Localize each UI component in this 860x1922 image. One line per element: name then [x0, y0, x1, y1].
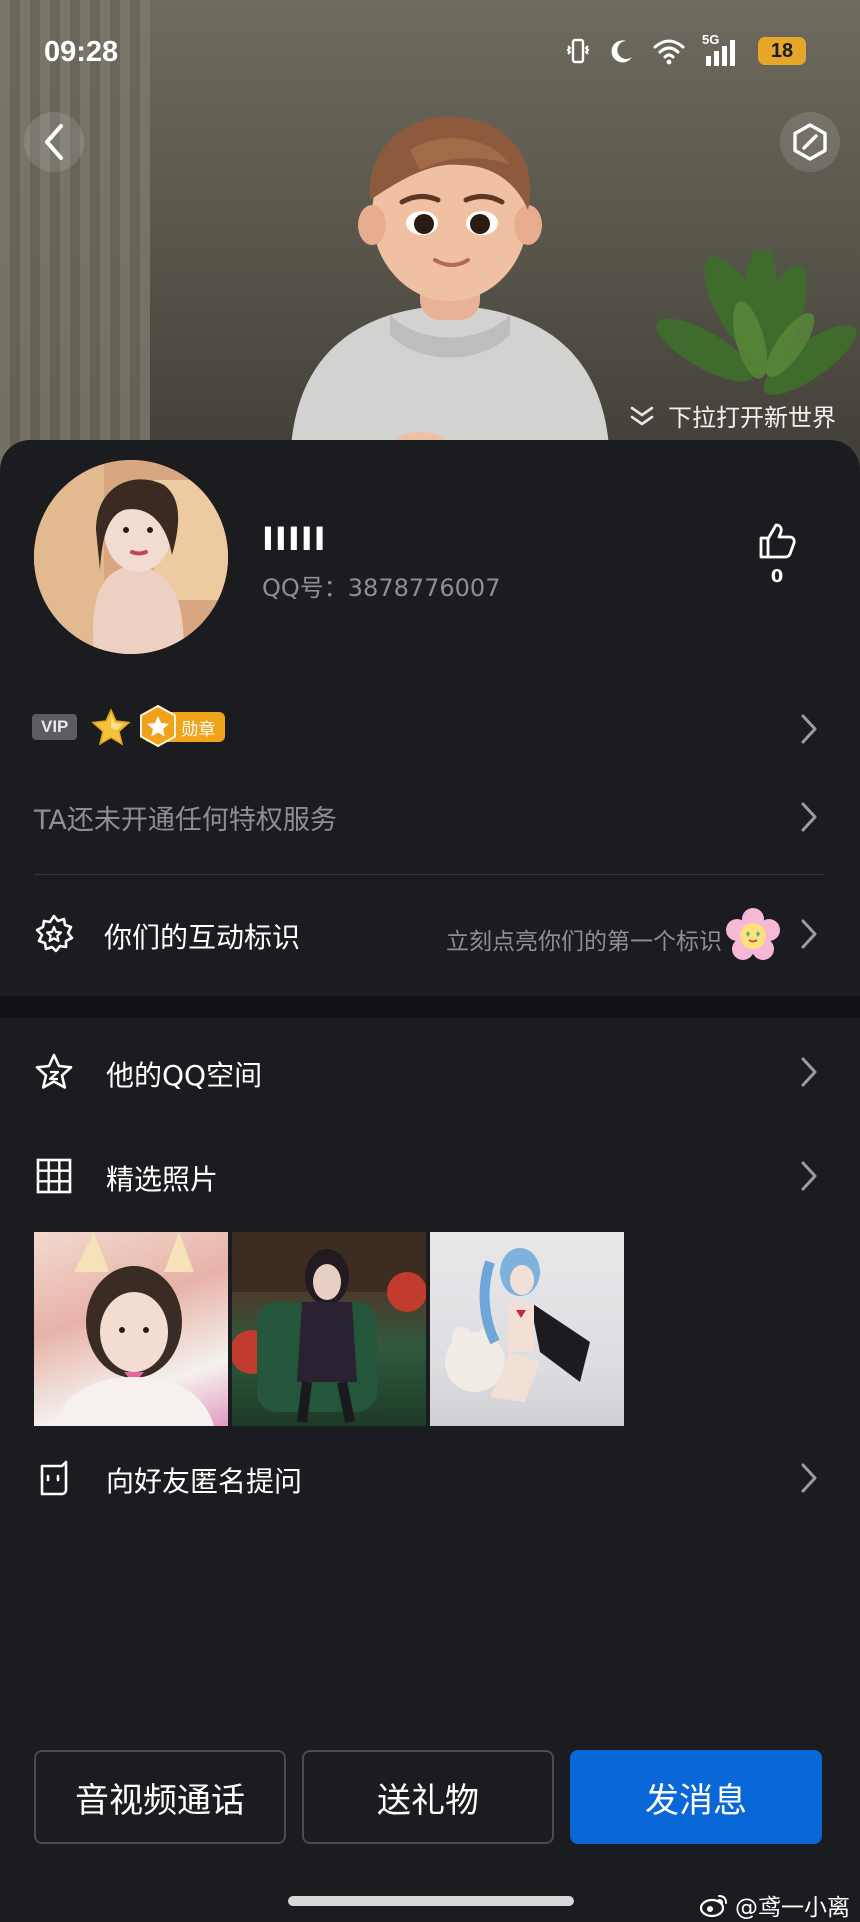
medal-label: 勋章 [181, 719, 216, 740]
hexagon-icon [793, 123, 827, 161]
profile-name: IIIII [262, 520, 327, 558]
status-icons: 5G 18 [564, 32, 806, 66]
photo-thumbnail[interactable] [232, 1232, 426, 1426]
chevron-left-icon [45, 124, 63, 160]
battery-level: 18 [770, 39, 794, 62]
photo-thumbnail[interactable] [430, 1232, 624, 1426]
qzone-star-icon [35, 1053, 73, 1089]
pull-down-hint[interactable]: 下拉打开新世界 [628, 398, 836, 433]
thumbs-up-icon [759, 523, 796, 559]
chevron-right-icon[interactable] [798, 1055, 820, 1089]
anonymous-question-title: 向好友匿名提问 [106, 1465, 303, 1498]
watermark: @鸢一小离 [699, 1888, 850, 1922]
divider [34, 874, 824, 875]
send-message-button[interactable]: 发消息 [570, 1750, 822, 1844]
photo-thumbnail-image [445, 1248, 590, 1402]
chevron-right-icon[interactable] [798, 1461, 820, 1495]
profile-cover[interactable]: 09:28 5G 18 下拉打开新世界 [0, 0, 860, 470]
chevron-right-icon[interactable] [798, 1159, 820, 1193]
qzone-title: 他的QQ空间 [106, 1059, 263, 1092]
plant-decoration [656, 250, 857, 395]
like-button[interactable]: 0 [754, 522, 800, 587]
wifi-icon [653, 39, 685, 65]
battery-indicator: 18 [758, 37, 806, 65]
badge-gear-icon [35, 914, 74, 953]
photo-grid [34, 1232, 624, 1426]
avatar[interactable] [34, 460, 228, 654]
flower-sticker-icon [726, 908, 780, 960]
signal-icon [706, 40, 735, 66]
bottom-action-bar: 音视频通话 送礼物 发消息 [34, 1750, 822, 1844]
signal-indicator: 5G [702, 32, 742, 66]
interaction-badge-title: 你们的互动标识 [104, 921, 301, 954]
vip-badge: VIP [32, 714, 78, 740]
profile-card: IIIII QQ号：3878776007 0 VIP 勋章 TA还未开通任何特权… [0, 440, 860, 1922]
vibrate-icon [566, 38, 590, 64]
chevron-right-icon[interactable] [798, 917, 820, 951]
pull-down-hint-label: 下拉打开新世界 [668, 404, 836, 432]
photo-thumbnail-image [232, 1232, 426, 1423]
grid-icon [36, 1158, 72, 1194]
chevron-right-icon[interactable] [798, 712, 820, 746]
photos-title: 精选照片 [106, 1163, 219, 1196]
3d-avatar-illustration [290, 116, 610, 470]
photo-thumbnail-image [54, 1232, 214, 1426]
medal-star-icon [140, 704, 177, 748]
star-level-icon [91, 708, 132, 746]
home-indicator[interactable] [288, 1896, 574, 1906]
medal-badge: 勋章 [140, 704, 226, 748]
back-button[interactable] [24, 112, 84, 172]
send-gift-button[interactable]: 送礼物 [302, 1750, 554, 1844]
cover-settings-button[interactable] [780, 112, 840, 172]
chevron-right-icon[interactable] [798, 800, 820, 834]
privilege-status[interactable]: TA还未开通任何特权服务 [34, 798, 337, 837]
section-separator [0, 996, 860, 1018]
qq-number[interactable]: QQ号：3878776007 [262, 568, 500, 603]
interaction-badge-hint: 立刻点亮你们的第一个标识 [446, 929, 722, 955]
moon-icon [611, 40, 632, 63]
photo-thumbnail[interactable] [34, 1232, 228, 1426]
anonymous-box-icon [40, 1460, 68, 1496]
weibo-icon [699, 1895, 727, 1918]
double-chevron-down-icon [630, 406, 654, 425]
badge-row[interactable]: VIP 勋章 [32, 704, 226, 748]
avatar-photo [34, 460, 228, 654]
video-call-button[interactable]: 音视频通话 [34, 1750, 286, 1844]
status-bar: 09:28 5G 18 [0, 0, 860, 110]
status-time: 09:28 [44, 36, 119, 68]
watermark-text: @鸢一小离 [735, 1895, 850, 1921]
like-count: 0 [770, 566, 784, 587]
